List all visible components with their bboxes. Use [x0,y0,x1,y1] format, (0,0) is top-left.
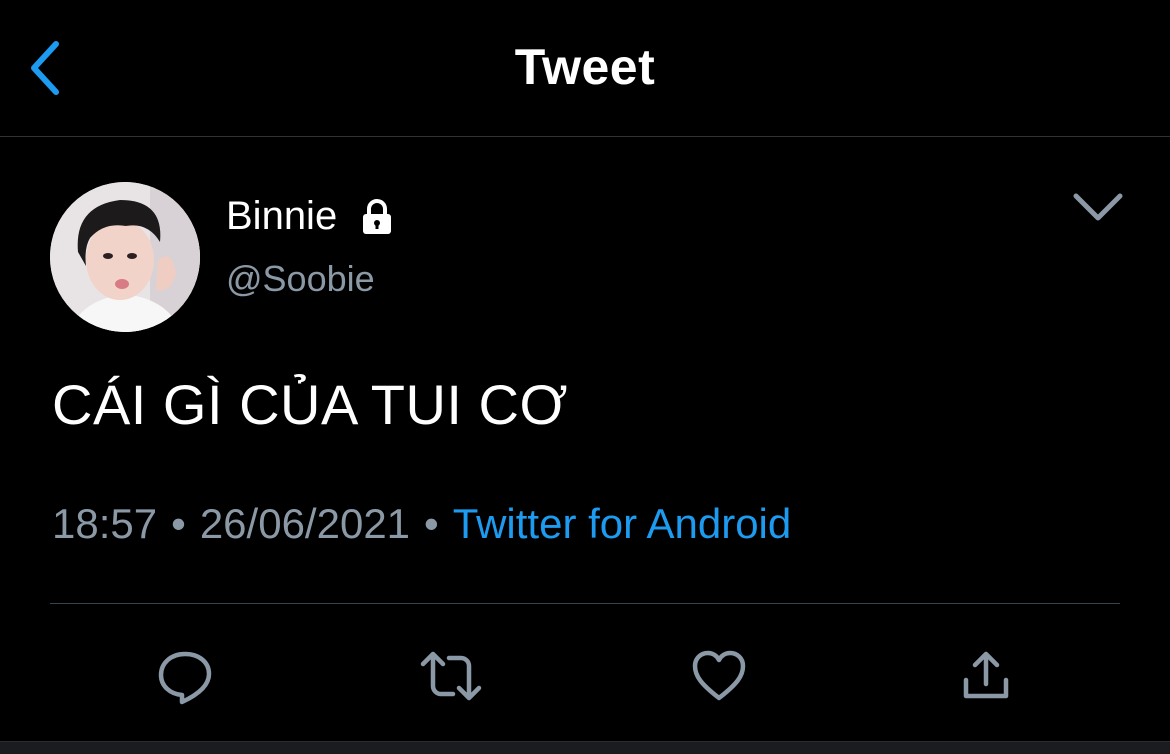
tweet-metadata: 18:57 • 26/06/2021 • Twitter for Android [52,500,791,548]
share-icon [963,651,1009,699]
tweet-date: 26/06/2021 [199,500,411,547]
tweet-time: 18:57 [52,500,158,547]
separator: • [424,500,439,547]
like-button[interactable] [683,640,755,712]
lock-icon [357,197,397,237]
tweet-text: CÁI GÌ CỦA TUI CƠ [52,373,568,436]
share-button[interactable] [950,640,1022,712]
tweet-menu-button[interactable] [1068,186,1128,230]
retweet-button[interactable] [415,640,487,712]
separator: • [171,500,186,547]
page-title: Tweet [514,39,656,95]
author-handle[interactable]: @Soobie [226,258,375,300]
like-icon [692,650,746,701]
chevron-down-icon [1073,193,1123,221]
avatar[interactable] [50,182,200,332]
action-bar [0,640,1170,712]
retweet-icon [420,651,482,701]
avatar-image [50,182,200,332]
reply-icon [158,651,212,705]
tweet-source-link[interactable]: Twitter for Android [453,500,791,547]
author-name[interactable]: Binnie [226,194,397,239]
app-header: Tweet [0,0,1170,137]
bottom-bar [0,741,1170,754]
reply-button[interactable] [149,640,221,712]
author-name-text: Binnie [226,194,338,238]
divider [50,603,1120,604]
